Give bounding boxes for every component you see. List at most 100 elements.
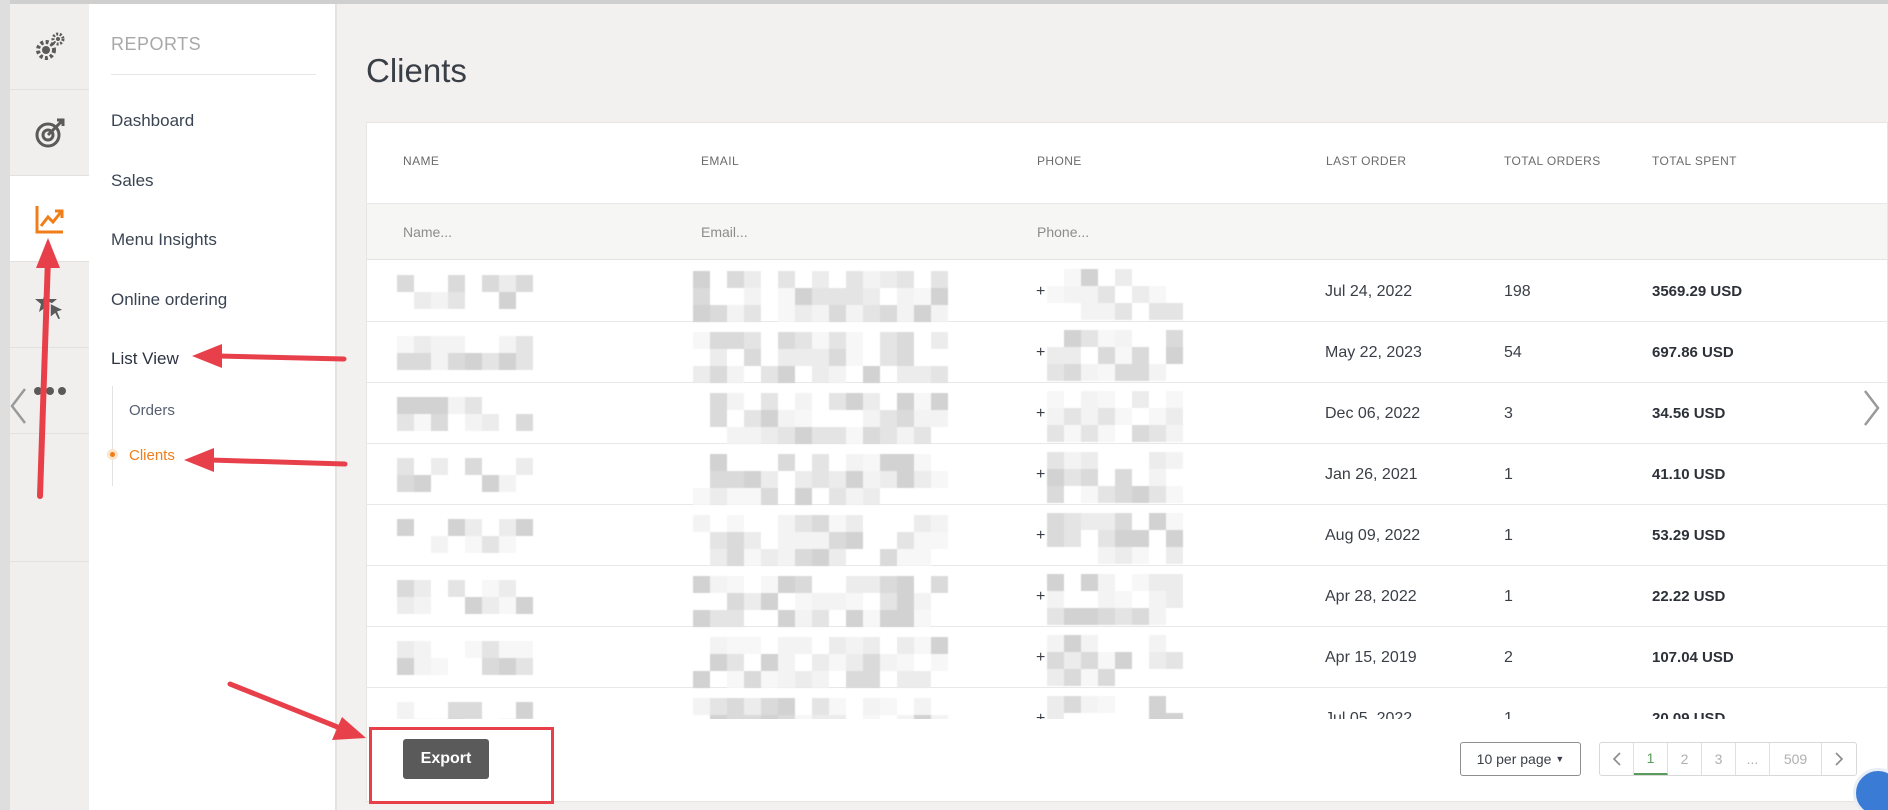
redaction-block [744, 288, 761, 305]
redaction-block [465, 397, 482, 414]
per-page-select[interactable]: 10 per page ▼ [1460, 742, 1581, 776]
next-panel-arrow[interactable] [1858, 386, 1886, 430]
redaction-block [727, 271, 744, 288]
redaction-block [812, 715, 829, 719]
redaction-block [744, 671, 761, 688]
redacted-value [397, 627, 533, 689]
redaction-block [795, 549, 812, 566]
redaction-block [829, 532, 846, 549]
redaction-block [846, 671, 863, 688]
redaction-block [1047, 391, 1064, 408]
redaction-block [914, 549, 931, 566]
redaction-block [1047, 452, 1064, 469]
pagination-next[interactable] [1822, 743, 1856, 775]
table-row[interactable]: + May 22, 2023 54 697.86 USD [367, 322, 1887, 383]
redaction-block [829, 349, 846, 366]
redaction-block [516, 336, 533, 353]
column-header-last-order[interactable]: LAST ORDER [1326, 154, 1406, 168]
pagination-prev[interactable] [1600, 743, 1634, 775]
redaction-block [1115, 486, 1132, 503]
redaction-block [880, 610, 897, 627]
redaction-block [1098, 530, 1115, 547]
menu-item-menu-insights[interactable]: Menu Insights [111, 230, 217, 250]
redaction-block [1149, 591, 1166, 608]
redaction-block [1149, 452, 1166, 469]
cell-last-order: May 22, 2023 [1325, 344, 1422, 361]
redaction-block [1081, 364, 1098, 381]
redaction-block [431, 658, 448, 675]
redaction-block [465, 641, 482, 658]
redaction-block [414, 580, 431, 597]
pagination-page-2[interactable]: 2 [1668, 743, 1702, 775]
redaction-block [1081, 469, 1098, 486]
email-filter-input[interactable] [701, 218, 1001, 246]
menu-item-online-ordering[interactable]: Online ordering [111, 290, 227, 310]
rail-item-reports[interactable] [10, 176, 89, 262]
rail-item-settings[interactable] [10, 4, 89, 90]
redaction-block [1115, 652, 1132, 669]
redaction-block [1064, 608, 1081, 625]
table-row[interactable]: + Jul 24, 2022 198 3569.29 USD [367, 261, 1887, 322]
table-row[interactable]: + Jan 26, 2021 1 41.10 USD [367, 444, 1887, 505]
redaction-block [1166, 574, 1183, 591]
redaction-block [1081, 269, 1098, 286]
redaction-block [863, 393, 880, 410]
pagination-page-3[interactable]: 3 [1702, 743, 1736, 775]
table-row[interactable]: + Apr 15, 2019 2 107.04 USD [367, 627, 1887, 688]
redaction-block [448, 275, 465, 292]
submenu-item-clients[interactable]: Clients [129, 447, 175, 464]
redaction-block [897, 532, 914, 549]
rail-item-goals[interactable] [10, 90, 89, 176]
name-filter-input[interactable] [403, 218, 663, 246]
redaction-block [931, 515, 948, 532]
table-row[interactable]: + Jul 05, 2022 1 20.09 USD [367, 688, 1887, 719]
redaction-block [863, 654, 880, 671]
prev-panel-arrow[interactable] [6, 386, 30, 426]
redaction-block [829, 488, 846, 505]
menu-item-sales[interactable]: Sales [111, 171, 154, 191]
pagination-page-1[interactable]: 1 [1634, 743, 1668, 775]
redaction-block [812, 515, 829, 532]
menu-item-list-view[interactable]: List View [111, 349, 179, 369]
redaction-block [1098, 364, 1115, 381]
redaction-block [829, 549, 846, 566]
table-row[interactable]: + Apr 28, 2022 1 22.22 USD [367, 566, 1887, 627]
table-row[interactable]: + Dec 06, 2022 3 34.56 USD [367, 383, 1887, 444]
redaction-block [1149, 425, 1166, 442]
redaction-block [1098, 669, 1115, 686]
column-header-name[interactable]: NAME [403, 154, 439, 168]
redaction-block [931, 576, 948, 593]
redaction-block [846, 576, 863, 593]
redaction-block [863, 288, 880, 305]
redaction-block [1115, 303, 1132, 320]
redaction-block [465, 458, 482, 475]
redaction-block [1098, 608, 1115, 625]
redaction-block [744, 349, 761, 366]
menu-item-dashboard[interactable]: Dashboard [111, 111, 194, 131]
phone-filter-input[interactable] [1037, 218, 1297, 246]
redaction-block [897, 427, 914, 444]
redaction-block [761, 671, 778, 688]
redaction-block [1081, 608, 1098, 625]
submenu-item-orders[interactable]: Orders [129, 402, 175, 419]
column-header-email[interactable]: EMAIL [701, 154, 739, 168]
column-header-phone[interactable]: PHONE [1037, 154, 1082, 168]
redaction-block [499, 292, 516, 309]
column-header-total-spent[interactable]: TOTAL SPENT [1652, 154, 1737, 168]
redaction-block [1047, 608, 1064, 625]
chevron-left-icon [1612, 752, 1621, 766]
redaction-block [846, 393, 863, 410]
redaction-block [499, 475, 516, 492]
redaction-block [727, 532, 744, 549]
redacted-value [693, 627, 948, 689]
redaction-block [897, 410, 914, 427]
redaction-block [414, 414, 431, 431]
table-row[interactable]: + Aug 09, 2022 1 53.29 USD [367, 505, 1887, 566]
cell-last-order: Jul 24, 2022 [1325, 283, 1413, 300]
redaction-block [846, 488, 863, 505]
pagination-page-last[interactable]: 509 [1770, 743, 1822, 775]
redaction-block [744, 715, 761, 719]
column-header-total-orders[interactable]: TOTAL ORDERS [1504, 154, 1601, 168]
rail-item-marketing[interactable] [10, 262, 89, 348]
redaction-block [761, 410, 778, 427]
